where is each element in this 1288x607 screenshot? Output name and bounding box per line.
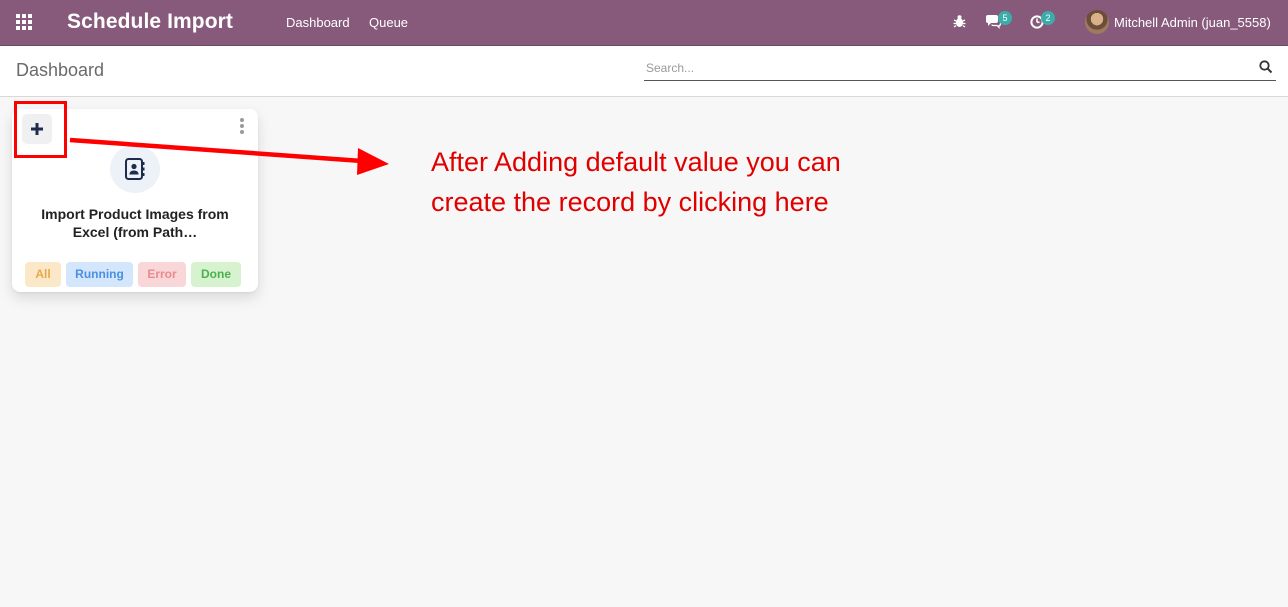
annotation-line-1: After Adding default value you can [431, 147, 841, 177]
annotation-arrow-icon [69, 137, 389, 175]
annotation-text: After Adding default value you can creat… [431, 142, 951, 222]
annotation-line-2: create the record by clicking here [431, 187, 829, 217]
